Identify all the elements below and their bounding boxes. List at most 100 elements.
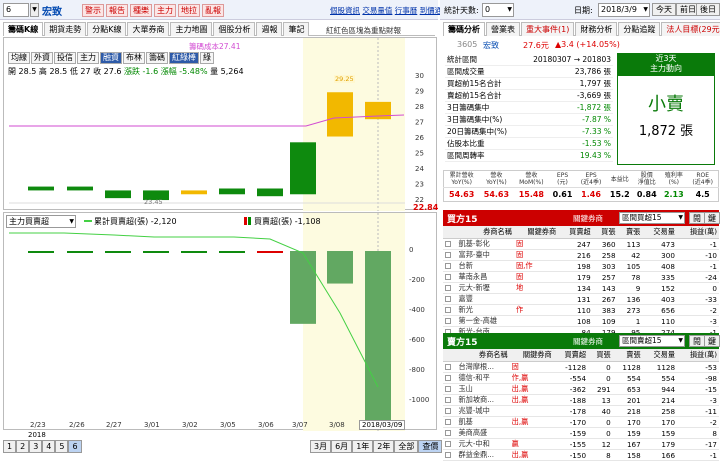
row-checkbox[interactable] [443, 394, 457, 406]
sell15-key-button[interactable]: 鍵 [704, 335, 720, 347]
row-checkbox[interactable] [443, 372, 457, 384]
green-toggle[interactable]: 綠 [200, 52, 214, 64]
row-checkbox[interactable] [443, 383, 457, 395]
buy15-table-row[interactable]: 富邦-臺中固 216 258 42 300 -10 [443, 249, 719, 261]
tab-notes[interactable]: 筆記 [283, 22, 310, 36]
row-checkbox[interactable] [443, 249, 457, 261]
buy15-column-header[interactable]: 關鍵券商 [513, 226, 559, 239]
report-button[interactable]: 報告 [106, 4, 128, 17]
buy15-table-row[interactable]: 新光作 110 383 273 656 -2 [443, 304, 719, 316]
trust-toggle[interactable]: 投信 [54, 52, 76, 64]
sell15-table-row[interactable]: 新加坡商... 出,贏 -188 13 201 214 -3 [443, 394, 719, 406]
row-checkbox[interactable] [443, 260, 457, 272]
row-checkbox[interactable] [443, 438, 457, 450]
buy15-range-select[interactable]: 區間買超15 ▼ [619, 212, 685, 224]
sell15-column-header[interactable]: 券商名稱 [456, 349, 510, 362]
sell15-range-select[interactable]: 區間賣超15 ▼ [619, 335, 685, 347]
row-checkbox[interactable] [443, 304, 457, 316]
page-5-button[interactable]: 5 [55, 440, 69, 453]
row-checkbox[interactable] [443, 361, 457, 373]
buy15-column-header[interactable]: 交易量 [642, 226, 677, 239]
calendar-link[interactable]: 行事曆 [395, 6, 418, 15]
tab-branch-track[interactable]: 分點追蹤 [618, 22, 661, 36]
ma-toggle[interactable]: 均線 [8, 52, 30, 64]
alert-button[interactable]: 警示 [82, 4, 104, 17]
row-checkbox[interactable] [443, 405, 457, 417]
margin-toggle[interactable]: 融資 [100, 52, 122, 64]
row-checkbox[interactable] [443, 293, 457, 305]
row-checkbox[interactable] [443, 416, 457, 428]
row-checkbox[interactable] [443, 238, 457, 250]
sell15-column-header[interactable]: 關鍵券商 [509, 349, 554, 362]
tab-force-map[interactable]: 主力地圖 [170, 22, 213, 36]
buy15-view-button[interactable]: 閱 [689, 212, 705, 224]
stats-days-select[interactable]: 0 ▼ [482, 3, 514, 17]
tab-futures[interactable]: 期貨走勢 [44, 22, 87, 36]
sell15-table-row[interactable]: 兆豐-城中 -178 40 218 258 -11 [443, 405, 719, 417]
row-checkbox[interactable] [443, 315, 457, 327]
buy15-column-header[interactable]: 賣張 [617, 226, 643, 239]
today-button[interactable]: 今天 [652, 3, 676, 16]
range-all-button[interactable]: 全部 [394, 440, 419, 453]
range-3m-button[interactable]: 3月 [310, 440, 332, 453]
row-checkbox[interactable] [443, 427, 457, 439]
tab-chip-analysis[interactable]: 籌碼分析 [443, 22, 485, 36]
query-price-button[interactable]: 查價 [418, 440, 443, 453]
row-checkbox[interactable] [443, 271, 457, 283]
page-4-button[interactable]: 4 [42, 440, 56, 453]
stock-code-input[interactable]: 6 [3, 3, 29, 17]
buy15-table-row[interactable]: 元大-新壢地 134 143 9 152 0 [443, 282, 719, 294]
row-checkbox[interactable] [443, 282, 457, 294]
sell15-table-row[interactable]: 群益金鼎... 出,贏 -150 8 158 166 -1 [443, 449, 719, 461]
tab-financial[interactable]: 財務分析 [575, 22, 618, 36]
sell15-column-header[interactable]: 交易量 [642, 349, 678, 362]
category-button[interactable]: 種樂 [130, 4, 152, 17]
flow-type-select[interactable]: 主力買賣超 ▼ [6, 215, 76, 228]
buy15-column-header[interactable]: 買張 [592, 226, 618, 239]
redgreen-toggle[interactable]: 紅綠棒 [169, 52, 199, 64]
tab-target[interactable]: 法人目標(29元) [661, 22, 720, 36]
sell15-column-header[interactable]: 買張 [588, 349, 613, 362]
buy15-table-row[interactable]: 第一金-高雄 108 109 1 110 -3 [443, 315, 719, 327]
tab-chip-k[interactable]: 籌碼K線 [3, 22, 44, 36]
page-2-button[interactable]: 2 [16, 440, 30, 453]
tab-weekly[interactable]: 週報 [256, 22, 283, 36]
sell15-table-row[interactable]: 台灣摩根... 固 -1128 0 1128 1128 -53 [443, 361, 719, 373]
tab-big-broker[interactable]: 大單券商 [127, 22, 170, 36]
buy15-table-row[interactable]: 台新 固,作 198 303 105 408 -1 [443, 260, 719, 272]
page-3-button[interactable]: 3 [29, 440, 43, 453]
buy15-column-header[interactable]: 券商名稱 [456, 226, 514, 239]
foreign-toggle[interactable]: 外資 [31, 52, 53, 64]
buy15-table-row[interactable]: 嘉豐 131 267 136 403 -33 [443, 293, 719, 305]
stock-dropdown-icon[interactable]: ▼ [30, 3, 39, 17]
sell15-column-header[interactable]: 買賣超 [553, 349, 589, 362]
sell15-view-button[interactable]: 閱 [689, 335, 705, 347]
page-1-button[interactable]: 1 [3, 440, 17, 453]
tab-branch-k[interactable]: 分點K線 [87, 22, 127, 36]
tab-revenue[interactable]: 營業表 [486, 22, 520, 36]
bollinger-toggle[interactable]: 布林 [123, 52, 145, 64]
mainforce-toggle[interactable]: 主力 [77, 52, 99, 64]
buy15-key-button[interactable]: 鍵 [704, 212, 720, 224]
trade-volume-link[interactable]: 交易量值 [362, 6, 392, 15]
range-2y-button[interactable]: 2年 [373, 440, 395, 453]
range-1y-button[interactable]: 1年 [352, 440, 374, 453]
sell15-table-row[interactable]: 德信-和平 作,贏 -554 0 554 554 -98 [443, 372, 719, 384]
sell15-table-row[interactable]: 凱基 出,贏 -170 0 170 170 -2 [443, 416, 719, 428]
buy15-table-row[interactable]: 華南永昌固 179 257 78 335 -24 [443, 271, 719, 283]
buy15-column-header[interactable]: 買賣超 [558, 226, 593, 239]
range-6m-button[interactable]: 6月 [331, 440, 353, 453]
chip-toggle[interactable]: 籌碼 [146, 52, 168, 64]
main-force-button[interactable]: 主力 [154, 4, 176, 17]
sell15-column-header[interactable]: 損益(萬) [677, 349, 719, 362]
stock-info-link[interactable]: 個股資訊 [330, 6, 360, 15]
buy15-column-header[interactable]: 損益(萬) [676, 226, 719, 239]
sell15-column-header[interactable]: 賣張 [612, 349, 643, 362]
page-6-button[interactable]: 6 [68, 440, 82, 453]
pull-button[interactable]: 地拉 [178, 4, 200, 17]
next-day-button[interactable]: 後日 [696, 3, 720, 16]
chaos-button[interactable]: 亂報 [202, 4, 224, 17]
sell15-table-row[interactable]: 元大-中和贏 -155 12 167 179 -17 [443, 438, 719, 450]
sell15-table-row[interactable]: 美商高盛 -159 0 159 159 8 [443, 427, 719, 439]
buy15-table-row[interactable]: 凱基-彰化固 247 360 113 473 -1 [443, 238, 719, 250]
